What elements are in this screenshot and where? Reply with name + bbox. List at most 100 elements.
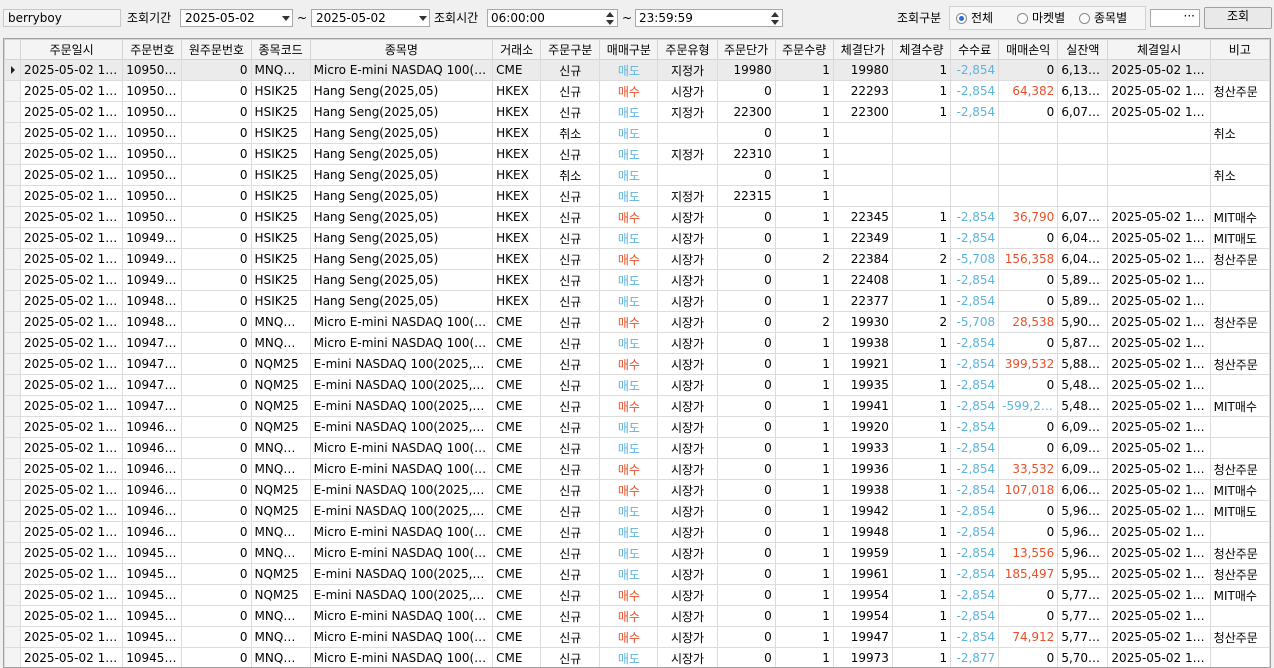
row-indicator-cell[interactable] [4,164,22,186]
table-row[interactable]: 2025-05-02 12:… 1095029 0 HSIK25 Hang Seng(2… [4,80,1270,102]
row-indicator-cell[interactable] [4,395,22,417]
table-row[interactable]: 2025-05-02 10:… 1094665 0 NQM25 E-mini NASDA… [4,500,1270,522]
row-indicator-cell[interactable] [4,353,22,375]
table-row[interactable]: 2025-05-02 10:… 1094687 0 NQM25 E-mini NASDA… [4,416,1270,438]
search-button[interactable]: 조회 [1204,7,1272,29]
row-indicator-cell[interactable] [4,626,22,648]
column-header[interactable]: 주문단가 [716,39,776,60]
spin-up-icon[interactable] [606,12,614,17]
row-indicator-cell[interactable] [4,416,22,438]
row-indicator-cell[interactable] [4,563,22,585]
column-header[interactable]: 수수료 [950,39,1000,60]
table-row[interactable]: 2025-05-02 12:… 1095017 0 HSIK25 Hang Seng(2… [4,122,1270,144]
column-header[interactable]: 주문일시 [20,39,124,60]
column-header[interactable]: 체결일시 [1107,39,1211,60]
radio-market[interactable]: 마켓별 [1017,9,1065,27]
radio-item[interactable]: 종목별 [1079,9,1127,27]
more-options-field[interactable]: ··· [1150,9,1200,27]
fill-datetime-cell: 2025-05-02 12:… [1107,101,1211,123]
table-row[interactable]: 2025-05-02 11:… 1095001 0 HSIK25 Hang Seng(2… [4,206,1270,228]
row-indicator-cell[interactable] [4,248,22,270]
table-row[interactable]: 2025-05-02 12:… 1095017 0 HSIK25 Hang Seng(2… [4,143,1270,165]
table-row[interactable]: 2025-05-02 10:… 1094575 0 NQM25 E-mini NASDA… [4,584,1270,606]
table-row[interactable]: 2025-05-02 10:… 1094766 0 NQM25 E-mini NASDA… [4,374,1270,396]
table-row[interactable]: 2025-05-02 12:… 1095019 0 HSIK25 Hang Seng(2… [4,101,1270,123]
table-row[interactable]: 2025-05-02 10:… 1094684 0 MNQ… Micro E-mini … [4,437,1270,459]
row-indicator-cell[interactable] [4,374,22,396]
column-header[interactable]: 원주문번호 [181,39,252,60]
row-indicator-cell[interactable] [4,584,22,606]
table-row[interactable]: 2025-05-02 12:… 1095016 0 HSIK25 Hang Seng(2… [4,185,1270,207]
table-row[interactable]: 2025-05-02 10:… 1094580 0 NQM25 E-mini NASDA… [4,563,1270,585]
table-row[interactable]: 2025-05-02 10:… 1094653 0 MNQ… Micro E-mini … [4,521,1270,543]
row-indicator-cell[interactable] [4,332,22,354]
end-date-picker[interactable]: 2025-05-02 [311,9,430,27]
table-row[interactable]: 2025-05-02 11:… 1094899 0 HSIK25 Hang Seng(2… [4,290,1270,312]
row-indicator-cell[interactable] [4,59,22,81]
order-history-grid[interactable]: 주문일시 주문번호 원주문번호 종목코드 종목명 거래소 주문구분 매매구분 주문유형 주문단가 주… [3,38,1271,668]
table-row[interactable]: 2025-05-02 10:… 1094567 0 MNQ… Micro E-mini … [4,605,1270,627]
row-indicator-cell[interactable] [4,479,22,501]
column-header[interactable]: 체결단가 [832,39,893,60]
row-indicator-cell[interactable] [4,500,22,522]
spin-up-icon[interactable] [771,12,779,17]
row-indicator-cell[interactable] [4,542,22,564]
row-indicator-cell[interactable] [4,458,22,480]
row-indicator-cell[interactable] [4,311,22,333]
row-indicator-cell[interactable] [4,80,22,102]
table-row[interactable]: 2025-05-02 13:… 1095098 0 MNQ… Micro E-mini … [4,59,1270,81]
column-header[interactable]: 비고 [1209,39,1270,60]
trade-side-cell: 매수 [599,479,659,501]
table-row[interactable]: 2025-05-02 10:… 1094551 0 MNQ… Micro E-mini … [4,647,1270,667]
row-indicator-cell[interactable] [4,290,22,312]
table-row[interactable]: 2025-05-02 11:… 1094937 0 HSIK25 Hang Seng(2… [4,227,1270,249]
row-indicator-cell[interactable] [4,605,22,627]
table-row[interactable]: 2025-05-02 10:… 1094677 0 NQM25 E-mini NASDA… [4,479,1270,501]
chevron-down-icon[interactable] [419,16,427,21]
column-header[interactable]: 매매구분 [599,39,659,60]
spin-down-icon[interactable] [606,20,614,25]
column-header[interactable]: 거래소 [492,39,542,60]
row-indicator-cell[interactable] [4,269,22,291]
row-indicator-cell[interactable] [4,521,22,543]
table-row[interactable]: 2025-05-02 10:… 1094581 0 MNQ… Micro E-mini … [4,542,1270,564]
fill-datetime-cell: 2025-05-02 10:… [1107,605,1211,627]
column-header[interactable]: 체결수량 [891,39,952,60]
row-indicator-cell[interactable] [4,143,22,165]
table-row[interactable]: 2025-05-02 11:… 1094774 0 NQM25 E-mini NASDA… [4,353,1270,375]
table-row[interactable]: 2025-05-02 10:… 1094557 0 MNQ… Micro E-mini … [4,626,1270,648]
table-row[interactable]: 2025-05-02 10:… 1094678 0 MNQ… Micro E-mini … [4,458,1270,480]
column-header[interactable]: 주문구분 [540,39,601,60]
start-time-spinner[interactable]: 06:00:00 [487,9,618,27]
row-indicator-cell[interactable] [4,437,22,459]
row-indicator-header[interactable] [4,39,22,60]
table-row[interactable]: 2025-05-02 11:… 1094930 0 HSIK25 Hang Seng(2… [4,269,1270,291]
column-header[interactable]: 매매손익 [998,39,1059,60]
trade-side-cell: 매수 [599,311,659,333]
start-date-picker[interactable]: 2025-05-02 [180,9,293,27]
spin-down-icon[interactable] [771,20,779,25]
column-header[interactable]: 주문번호 [122,39,183,60]
column-header[interactable]: 주문수량 [774,39,834,60]
column-header[interactable]: 실잔액 [1057,39,1109,60]
column-header[interactable]: 종목명 [309,39,494,60]
fee-cell: -2,854 [950,500,1000,522]
original-order-number-cell: 0 [181,521,252,543]
row-indicator-cell[interactable] [4,122,22,144]
row-indicator-cell[interactable] [4,206,22,228]
row-indicator-cell[interactable] [4,185,22,207]
table-row[interactable]: 2025-05-02 11:… 1094931 0 HSIK25 Hang Seng(2… [4,248,1270,270]
column-header[interactable]: 종목코드 [250,39,311,60]
table-row[interactable]: 2025-05-02 11:… 1094804 0 MNQ… Micro E-mini … [4,311,1270,333]
column-header[interactable]: 주문유형 [657,39,718,60]
user-id-field[interactable]: berryboy [3,9,121,27]
table-row[interactable]: 2025-05-02 10:… 1094758 0 NQM25 E-mini NASDA… [4,395,1270,417]
row-indicator-cell[interactable] [4,101,22,123]
table-row[interactable]: 2025-05-02 11:… 1094786 0 MNQ… Micro E-mini … [4,332,1270,354]
row-indicator-cell[interactable] [4,647,22,667]
row-indicator-cell[interactable] [4,227,22,249]
table-row[interactable]: 2025-05-02 12:… 1095016 0 HSIK25 Hang Seng(2… [4,164,1270,186]
chevron-down-icon[interactable] [282,16,290,21]
radio-all[interactable]: 전체 [956,9,993,27]
end-time-spinner[interactable]: 23:59:59 [635,9,783,27]
